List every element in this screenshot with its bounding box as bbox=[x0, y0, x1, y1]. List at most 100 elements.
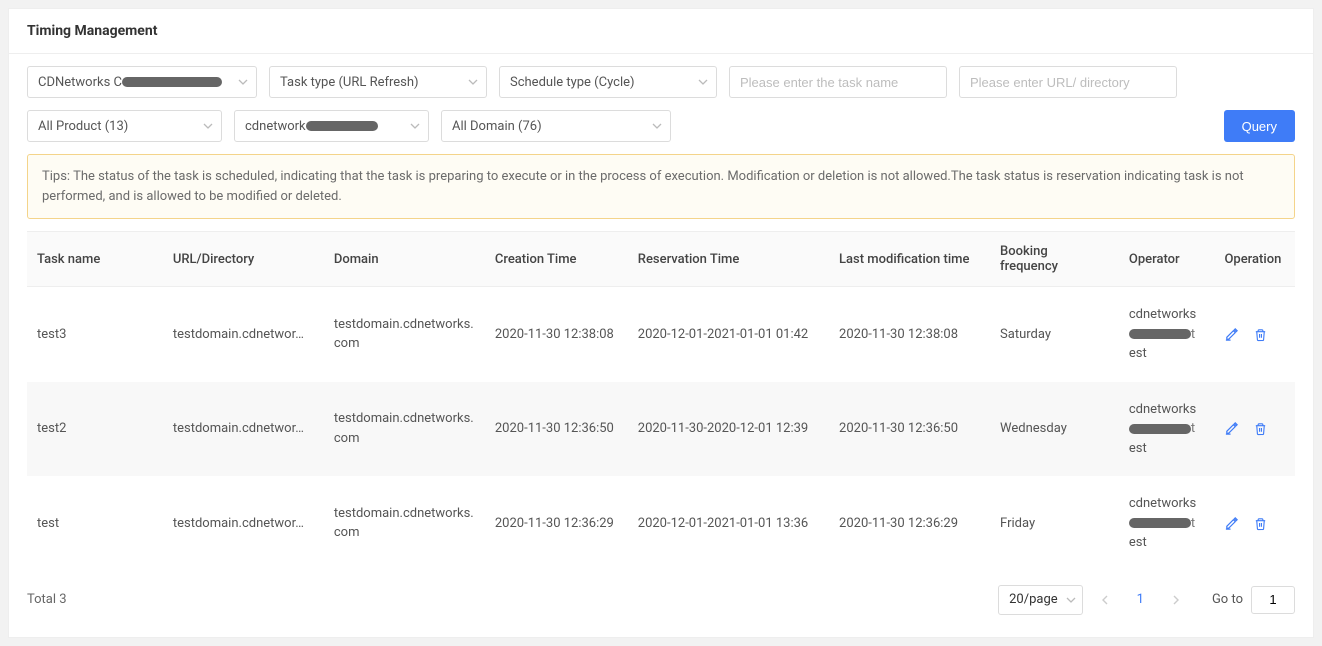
schedule-type-label: Schedule type (Cycle) bbox=[510, 75, 635, 90]
redacted-text bbox=[306, 121, 378, 131]
cell-reservation: 2020-12-01-2021-01-01 01:42 bbox=[628, 287, 829, 382]
edit-button[interactable] bbox=[1224, 421, 1239, 436]
current-page[interactable]: 1 bbox=[1127, 592, 1154, 607]
cell-creation: 2020-11-30 12:36:29 bbox=[485, 476, 628, 571]
edit-icon bbox=[1224, 516, 1239, 531]
redacted-text bbox=[1129, 424, 1191, 434]
th-url: URL/Directory bbox=[163, 232, 324, 287]
table-row: test3testdomain.cdnetwor…testdomain.cdne… bbox=[27, 287, 1295, 382]
cell-reservation: 2020-11-30-2020-12-01 12:39 bbox=[628, 382, 829, 477]
edit-button[interactable] bbox=[1224, 327, 1239, 342]
cell-operator: cdnetworkstest bbox=[1119, 476, 1215, 571]
th-last-mod: Last modification time bbox=[829, 232, 990, 287]
chevron-down-icon bbox=[652, 123, 662, 129]
page-size-label: 20/page bbox=[1009, 592, 1058, 607]
cell-operation bbox=[1214, 287, 1295, 382]
table-row: testtestdomain.cdnetwor…testdomain.cdnet… bbox=[27, 476, 1295, 571]
operator-text: est bbox=[1129, 346, 1147, 361]
tips-banner: Tips: The status of the task is schedule… bbox=[27, 154, 1295, 219]
th-booking: Booking frequency bbox=[990, 232, 1119, 287]
cell-last-mod: 2020-11-30 12:36:29 bbox=[829, 476, 990, 571]
cell-creation: 2020-11-30 12:38:08 bbox=[485, 287, 628, 382]
cell-last-mod: 2020-11-30 12:38:08 bbox=[829, 287, 990, 382]
cell-url: testdomain.cdnetwor… bbox=[163, 476, 324, 571]
trash-icon bbox=[1253, 327, 1268, 342]
operator-text: cdnetworks bbox=[1129, 402, 1196, 417]
operator-text: est bbox=[1129, 441, 1147, 456]
th-reservation: Reservation Time bbox=[628, 232, 829, 287]
cell-url: testdomain.cdnetwor… bbox=[163, 382, 324, 477]
cell-creation: 2020-11-30 12:36:50 bbox=[485, 382, 628, 477]
th-task-name: Task name bbox=[27, 232, 163, 287]
cell-domain: testdomain.cdnetworks.com bbox=[324, 476, 485, 571]
redacted-text bbox=[1129, 518, 1191, 528]
page-size-select[interactable]: 20/page bbox=[998, 585, 1083, 615]
cell-operation bbox=[1214, 382, 1295, 477]
filter-bar: CDNetworks C Task type (URL Refresh) Sch… bbox=[9, 54, 1313, 154]
redacted-text bbox=[1129, 329, 1191, 339]
th-domain: Domain bbox=[324, 232, 485, 287]
cell-booking: Friday bbox=[990, 476, 1119, 571]
user-select[interactable]: cdnetwork bbox=[234, 110, 429, 142]
trash-icon bbox=[1253, 516, 1268, 531]
product-select[interactable]: All Product (13) bbox=[27, 110, 222, 142]
url-directory-input[interactable] bbox=[959, 66, 1177, 98]
domain-select[interactable]: All Domain (76) bbox=[441, 110, 671, 142]
table-row: test2testdomain.cdnetwor…testdomain.cdne… bbox=[27, 382, 1295, 477]
delete-button[interactable] bbox=[1253, 327, 1268, 342]
user-select-label: cdnetwork bbox=[245, 119, 306, 134]
schedule-type-select[interactable]: Schedule type (Cycle) bbox=[499, 66, 717, 98]
cell-operator: cdnetworkstest bbox=[1119, 287, 1215, 382]
query-button[interactable]: Query bbox=[1224, 110, 1295, 142]
customer-select-label: CDNetworks C bbox=[38, 75, 122, 90]
th-operation: Operation bbox=[1214, 232, 1295, 287]
chevron-down-icon bbox=[468, 79, 478, 85]
delete-button[interactable] bbox=[1253, 516, 1268, 531]
cell-domain: testdomain.cdnetworks.com bbox=[324, 287, 485, 382]
cell-booking: Wednesday bbox=[990, 382, 1119, 477]
goto-label: Go to bbox=[1212, 592, 1243, 607]
product-select-label: All Product (13) bbox=[38, 119, 128, 134]
operator-text: cdnetworks bbox=[1129, 496, 1196, 511]
chevron-down-icon bbox=[1066, 597, 1076, 603]
cell-domain: testdomain.cdnetworks.com bbox=[324, 382, 485, 477]
chevron-down-icon bbox=[698, 79, 708, 85]
pagination-total: Total 3 bbox=[27, 592, 986, 607]
tasks-table: Task name URL/Directory Domain Creation … bbox=[27, 231, 1295, 571]
trash-icon bbox=[1253, 421, 1268, 436]
pagination-bar: Total 3 20/page 1 Go to bbox=[9, 571, 1313, 637]
chevron-right-icon bbox=[1172, 595, 1180, 605]
task-type-select[interactable]: Task type (URL Refresh) bbox=[269, 66, 487, 98]
cell-reservation: 2020-12-01-2021-01-01 13:36 bbox=[628, 476, 829, 571]
tips-label: Tips: bbox=[42, 169, 70, 184]
task-name-input[interactable] bbox=[729, 66, 947, 98]
cell-task-name: test bbox=[27, 476, 163, 571]
goto-page-input[interactable] bbox=[1251, 586, 1295, 614]
prev-page-button[interactable] bbox=[1095, 595, 1115, 605]
redacted-text bbox=[122, 77, 222, 87]
cell-task-name: test3 bbox=[27, 287, 163, 382]
customer-select[interactable]: CDNetworks C bbox=[27, 66, 257, 98]
domain-select-label: All Domain (76) bbox=[452, 119, 542, 134]
th-creation: Creation Time bbox=[485, 232, 628, 287]
chevron-down-icon bbox=[238, 79, 248, 85]
edit-button[interactable] bbox=[1224, 516, 1239, 531]
cell-operator: cdnetworkstest bbox=[1119, 382, 1215, 477]
cell-last-mod: 2020-11-30 12:36:50 bbox=[829, 382, 990, 477]
tips-text: The status of the task is scheduled, ind… bbox=[42, 169, 1244, 204]
task-type-label: Task type (URL Refresh) bbox=[280, 75, 419, 90]
operator-text: cdnetworks bbox=[1129, 307, 1196, 322]
timing-management-panel: Timing Management CDNetworks C Task type… bbox=[8, 8, 1314, 638]
page-title: Timing Management bbox=[9, 9, 1313, 54]
cell-url: testdomain.cdnetwor… bbox=[163, 287, 324, 382]
th-operator: Operator bbox=[1119, 232, 1215, 287]
cell-operation bbox=[1214, 476, 1295, 571]
delete-button[interactable] bbox=[1253, 421, 1268, 436]
edit-icon bbox=[1224, 327, 1239, 342]
operator-text: est bbox=[1129, 535, 1147, 550]
cell-task-name: test2 bbox=[27, 382, 163, 477]
edit-icon bbox=[1224, 421, 1239, 436]
cell-booking: Saturday bbox=[990, 287, 1119, 382]
chevron-down-icon bbox=[203, 123, 213, 129]
next-page-button[interactable] bbox=[1166, 595, 1186, 605]
